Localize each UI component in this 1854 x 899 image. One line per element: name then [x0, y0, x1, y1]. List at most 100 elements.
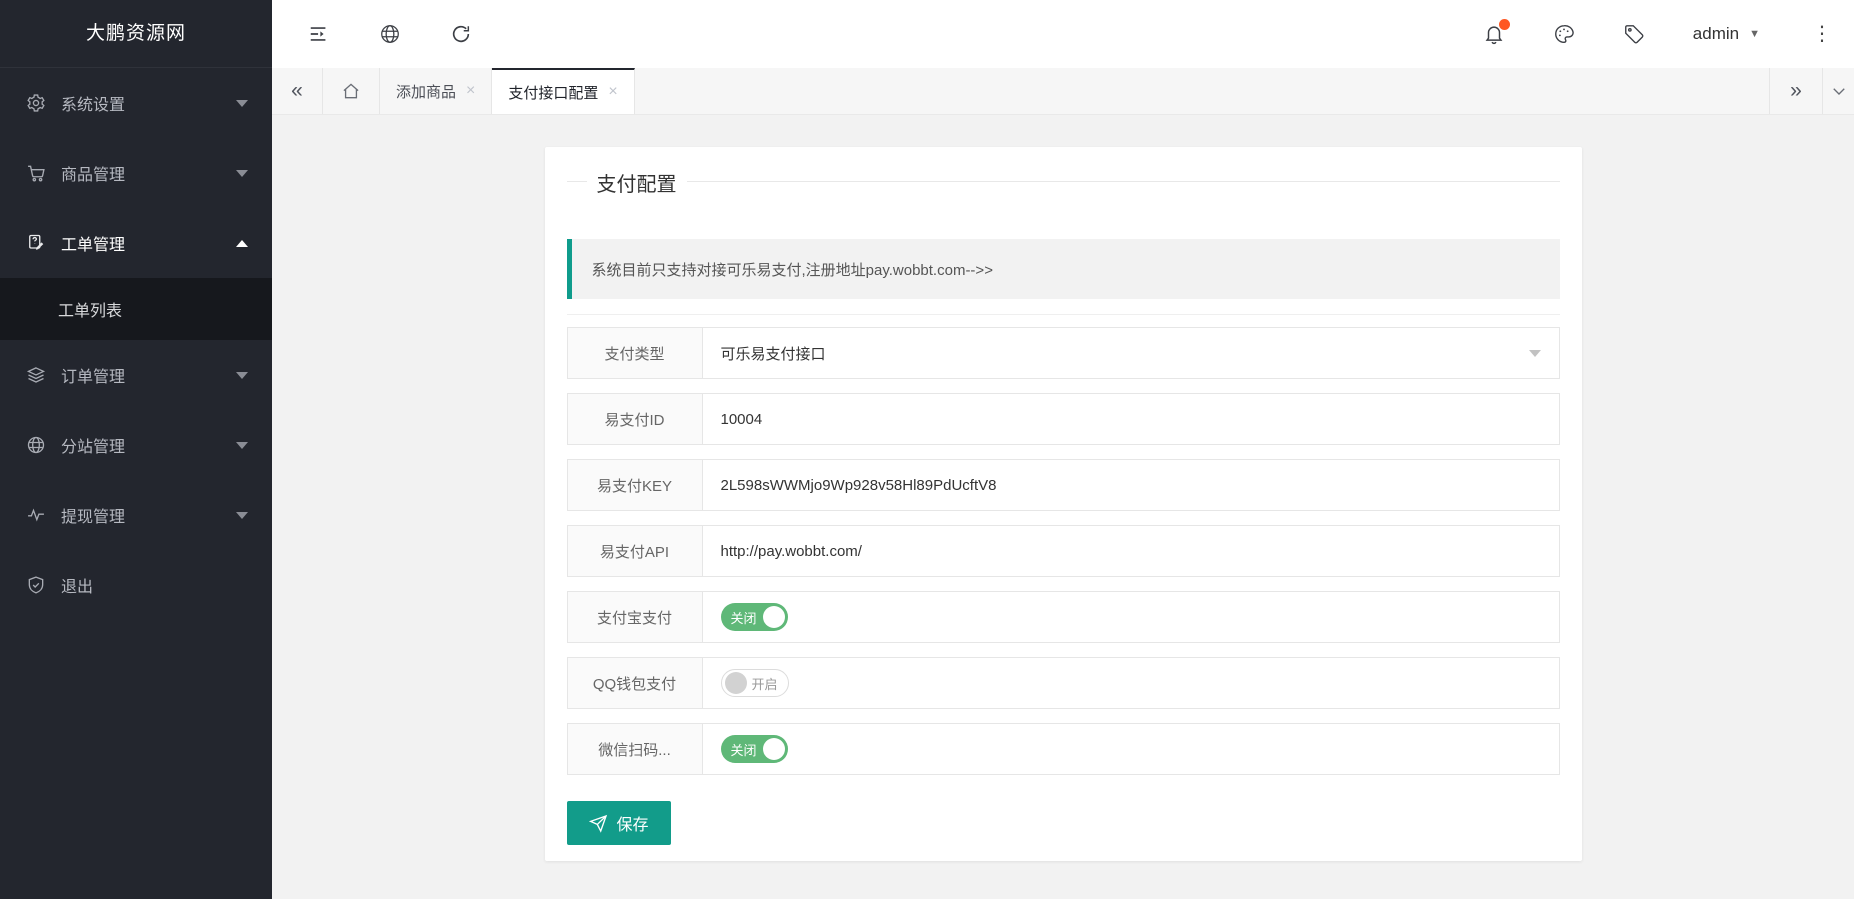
chevron-down-icon	[236, 512, 248, 519]
layers-icon	[26, 365, 46, 385]
tab-bar: « 添加商品 × 支付接口配置 × »	[272, 68, 1854, 115]
epay-id-input[interactable]	[721, 411, 1541, 428]
page-title: 支付配置	[587, 174, 687, 196]
sidebar-item-label: 提现管理	[61, 503, 125, 527]
bell-icon[interactable]	[1483, 23, 1505, 45]
form-row-qq-wallet: QQ钱包支付 开启	[567, 657, 1560, 709]
switch-text: 开启	[752, 674, 778, 693]
sidebar-item-label: 商品管理	[61, 161, 125, 185]
tabs-menu-button[interactable]	[1822, 68, 1854, 114]
globe-icon	[26, 435, 46, 455]
sidebar-item-withdrawals[interactable]: 提现管理	[0, 480, 272, 550]
double-chevron-left-icon: «	[291, 79, 303, 103]
form-row-epay-id: 易支付ID	[567, 393, 1560, 445]
sidebar-item-logout[interactable]: 退出	[0, 550, 272, 620]
divider	[567, 314, 1560, 315]
chevron-down-icon	[236, 442, 248, 449]
epay-key-input[interactable]	[721, 477, 1541, 494]
tab-label: 支付接口配置	[508, 82, 598, 103]
chevron-down-icon	[236, 100, 248, 107]
qq-wallet-switch[interactable]: 开启	[721, 669, 789, 697]
gear-icon	[26, 93, 46, 113]
sidebar-item-substations[interactable]: 分站管理	[0, 410, 272, 480]
sidebar-item-orders[interactable]: 订单管理	[0, 340, 272, 410]
notification-dot	[1499, 19, 1510, 30]
tabbar-spacer	[635, 68, 1769, 114]
info-alert: 系统目前只支持对接可乐易支付,注册地址pay.wobbt.com-->>	[567, 239, 1560, 299]
close-icon[interactable]: ×	[466, 82, 475, 100]
ticket-icon	[26, 233, 46, 253]
sidebar-item-label: 工单管理	[61, 231, 125, 255]
sidebar-subitem-workorder-list[interactable]: 工单列表	[0, 278, 272, 340]
sidebar-item-label: 工单列表	[58, 297, 122, 321]
switch-knob	[763, 738, 785, 760]
card-title-divider: 支付配置	[567, 181, 1560, 211]
app-title: 大鹏资源网	[0, 0, 272, 68]
sidebar-item-label: 订单管理	[61, 363, 125, 387]
alert-text: 系统目前只支持对接可乐易支付,注册地址pay.wobbt.com-->>	[592, 259, 993, 280]
pulse-icon	[26, 505, 46, 525]
sidebar-item-workorders[interactable]: 工单管理	[0, 208, 272, 278]
collapse-sidebar-icon[interactable]	[308, 23, 330, 45]
chevron-down-icon	[236, 372, 248, 379]
form-row-epay-key: 易支付KEY	[567, 459, 1560, 511]
username: admin	[1693, 24, 1739, 44]
epay-api-input[interactable]	[721, 543, 1541, 560]
main-content: 支付配置 系统目前只支持对接可乐易支付,注册地址pay.wobbt.com-->…	[272, 115, 1854, 899]
switch-text: 关闭	[731, 740, 757, 759]
send-icon	[589, 814, 608, 833]
switch-knob	[763, 606, 785, 628]
field-label: 支付类型	[568, 328, 703, 378]
field-label: 支付宝支付	[568, 592, 703, 642]
tab-payment-config[interactable]: 支付接口配置 ×	[492, 68, 634, 114]
user-menu[interactable]: admin ▼	[1693, 24, 1760, 44]
field-label: 易支付ID	[568, 394, 703, 444]
topbar-left-actions	[272, 23, 472, 45]
form-row-alipay: 支付宝支付 关闭	[567, 591, 1560, 643]
tab-add-product[interactable]: 添加商品 ×	[380, 68, 492, 114]
tabs-scroll-right-button[interactable]: »	[1769, 68, 1822, 114]
chevron-up-icon	[236, 240, 248, 247]
wechat-scan-switch[interactable]: 关闭	[721, 735, 788, 763]
tab-label: 添加商品	[396, 81, 456, 102]
form-row-pay-type: 支付类型 可乐易支付接口	[567, 327, 1560, 379]
refresh-icon[interactable]	[450, 23, 472, 45]
form-row-epay-api: 易支付API	[567, 525, 1560, 577]
globe-icon[interactable]	[379, 23, 401, 45]
sidebar-item-system-settings[interactable]: 系统设置	[0, 68, 272, 138]
form-row-wechat-scan: 微信扫码... 关闭	[567, 723, 1560, 775]
topbar-right-actions: admin ▼ ⋮	[1483, 23, 1854, 45]
payment-config-card: 支付配置 系统目前只支持对接可乐易支付,注册地址pay.wobbt.com-->…	[545, 147, 1582, 861]
chevron-down-icon	[1529, 350, 1541, 357]
alipay-switch[interactable]: 关闭	[721, 603, 788, 631]
sidebar-item-label: 退出	[61, 573, 93, 597]
palette-icon[interactable]	[1553, 23, 1575, 45]
switch-knob	[725, 672, 747, 694]
shield-check-icon	[26, 575, 46, 595]
switch-text: 关闭	[731, 608, 757, 627]
save-button-label: 保存	[617, 811, 649, 835]
tag-icon[interactable]	[1623, 23, 1645, 45]
topbar: admin ▼ ⋮	[272, 0, 1854, 68]
pay-type-select[interactable]: 可乐易支付接口	[721, 343, 1541, 364]
cart-icon	[26, 163, 46, 183]
sidebar-item-label: 分站管理	[61, 433, 125, 457]
field-label: 易支付KEY	[568, 460, 703, 510]
field-label: 微信扫码...	[568, 724, 703, 774]
save-button[interactable]: 保存	[567, 801, 671, 845]
field-label: QQ钱包支付	[568, 658, 703, 708]
home-tab-button[interactable]	[323, 68, 380, 114]
kebab-menu-icon[interactable]: ⋮	[1808, 23, 1836, 45]
sidebar-item-label: 系统设置	[61, 91, 125, 115]
close-icon[interactable]: ×	[608, 83, 617, 101]
double-chevron-right-icon: »	[1790, 79, 1802, 103]
home-icon	[341, 81, 361, 101]
field-label: 易支付API	[568, 526, 703, 576]
select-value: 可乐易支付接口	[721, 343, 826, 364]
tabs-scroll-left-button[interactable]: «	[272, 68, 323, 114]
sidebar-item-goods[interactable]: 商品管理	[0, 138, 272, 208]
chevron-down-icon	[1830, 82, 1848, 100]
sidebar: 大鹏资源网 系统设置 商品管理 工单管理 工单列表 订单管理 分	[0, 0, 272, 899]
chevron-down-icon	[236, 170, 248, 177]
chevron-down-icon: ▼	[1749, 28, 1760, 40]
